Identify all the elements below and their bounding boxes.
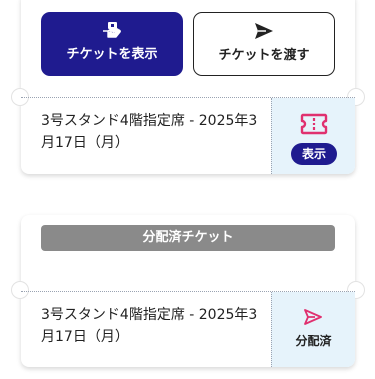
hand-ticket-icon [103, 22, 121, 38]
seat-info-text: 3号スタンド4階指定席 - 2025年3月17日（月） [41, 307, 258, 345]
pass-ticket-label: チケットを渡す [218, 48, 310, 63]
ticket-info: 3号スタンド4階指定席 - 2025年3月17日（月） 分配済 [21, 292, 355, 367]
send-icon [255, 23, 273, 39]
ticket-card-active: チケットを表示 チケットを渡す 3号スタンド4階指定席 - 2025年3月17日… [11, 0, 365, 174]
send-icon [304, 309, 322, 325]
distributed-label: 分配済 [295, 334, 332, 348]
ticket-info: 3号スタンド4階指定席 - 2025年3月17日（月） 表示 [21, 98, 355, 174]
ticket-icon [300, 113, 328, 135]
show-badge: 表示 [291, 143, 337, 165]
show-ticket-side-panel[interactable]: 表示 [271, 98, 355, 174]
pass-ticket-button[interactable]: チケットを渡す [193, 12, 335, 76]
seat-info-text: 3号スタンド4階指定席 - 2025年3月17日（月） [41, 113, 258, 151]
show-ticket-button[interactable]: チケットを表示 [41, 12, 183, 76]
ticket-card-distributed: 分配済チケット 3号スタンド4階指定席 - 2025年3月17日（月） 分配済 [11, 215, 365, 367]
distributed-side-panel: 分配済 [271, 292, 355, 367]
distributed-status-banner: 分配済チケット [41, 225, 335, 251]
show-ticket-label: チケットを表示 [66, 47, 158, 62]
